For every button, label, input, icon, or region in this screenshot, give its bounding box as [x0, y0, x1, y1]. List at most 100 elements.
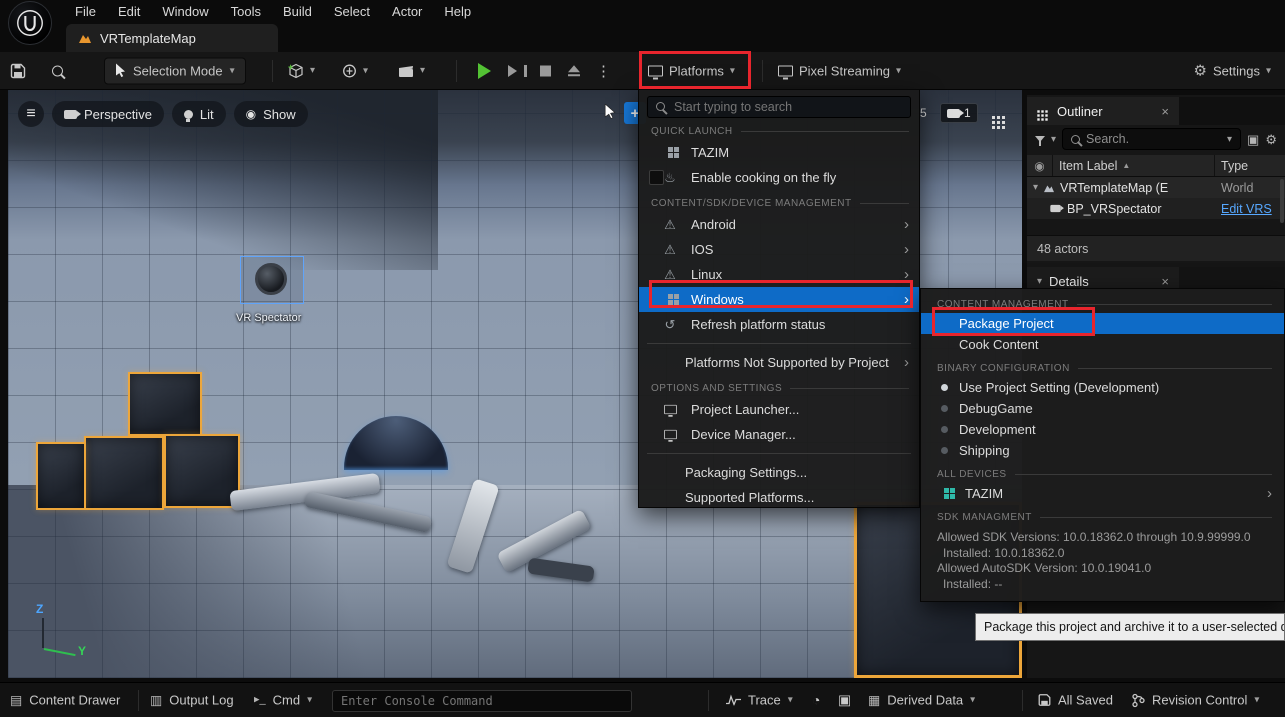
stop-button[interactable]: [540, 65, 551, 76]
cinematics-button[interactable]: ▾: [398, 64, 425, 78]
show-dropdown[interactable]: ◉ Show: [234, 101, 308, 127]
windows-logo-icon: [937, 491, 955, 496]
menu-item-tazim[interactable]: TAZIM: [639, 140, 919, 165]
menu-item-use-project-setting[interactable]: Use Project Setting (Development): [921, 377, 1284, 398]
play-button[interactable]: [478, 63, 491, 79]
skip-button[interactable]: [508, 65, 527, 77]
perspective-dropdown[interactable]: Perspective: [52, 101, 164, 127]
menu-item-packaging-settings[interactable]: Packaging Settings...: [639, 460, 919, 485]
clock-icon: ◔: [812, 692, 820, 708]
menu-item-shipping[interactable]: Shipping: [921, 440, 1284, 461]
menu-item-package-project[interactable]: Package Project: [921, 313, 1284, 334]
menu-item-ios[interactable]: ⚠ IOS ›: [639, 237, 919, 262]
visibility-column[interactable]: ◉: [1027, 155, 1053, 176]
menu-item-refresh-platform-status[interactable]: ↺ Refresh platform status: [639, 312, 919, 337]
item-label-column[interactable]: Item Label ▲: [1053, 155, 1215, 176]
save-icon: [1038, 694, 1051, 707]
menu-item-supported-platforms[interactable]: Supported Platforms...: [639, 485, 919, 510]
tab-outliner[interactable]: Outliner ×: [1027, 97, 1179, 125]
menu-item-enable-cooking[interactable]: ♨ Enable cooking on the fly: [639, 165, 919, 190]
cube-actor[interactable]: [84, 436, 164, 510]
play-options-button[interactable]: ⋮: [596, 62, 611, 80]
menu-edit[interactable]: Edit: [107, 2, 151, 21]
close-icon[interactable]: ×: [1161, 104, 1169, 119]
unreal-logo[interactable]: [8, 1, 52, 45]
selection-mode-dropdown[interactable]: Selection Mode ▾: [104, 57, 246, 84]
chevron-right-icon: ›: [904, 242, 909, 257]
pixel-streaming-button[interactable]: Pixel Streaming ▾: [778, 63, 901, 78]
menu-item-android[interactable]: ⚠ Android ›: [639, 212, 919, 237]
row-expand-icon[interactable]: ▾: [1033, 182, 1038, 193]
add-actor-button[interactable]: + ▾: [288, 63, 315, 79]
gear-icon[interactable]: ⚙: [1265, 133, 1277, 146]
menu-item-debuggame[interactable]: DebugGame: [921, 398, 1284, 419]
camera-speed-button[interactable]: 1: [940, 103, 978, 123]
menu-search[interactable]: [647, 96, 911, 118]
derived-data-icon: ▦: [868, 694, 880, 707]
collapse-icon: ▾: [1037, 276, 1042, 287]
vr-spectator-actor[interactable]: [240, 256, 304, 304]
eject-button[interactable]: [568, 65, 580, 77]
platforms-button[interactable]: Platforms ▾: [648, 63, 735, 78]
menu-item-development[interactable]: Development: [921, 419, 1284, 440]
menu-select[interactable]: Select: [323, 2, 381, 21]
menu-item-cook-content[interactable]: Cook Content: [921, 334, 1284, 355]
menu-file[interactable]: File: [64, 2, 107, 21]
save-button[interactable]: [10, 63, 26, 79]
outliner-scrollbar[interactable]: [1280, 179, 1284, 223]
chevron-right-icon: ›: [1267, 486, 1272, 501]
edit-blueprint-link[interactable]: Edit VRS: [1221, 202, 1272, 216]
menu-item-project-launcher[interactable]: Project Launcher...: [639, 397, 919, 422]
revision-control-button[interactable]: Revision Control ▾: [1132, 693, 1259, 708]
cooking-checkbox[interactable]: [649, 170, 664, 185]
menu-help[interactable]: Help: [433, 2, 482, 21]
console-command-input[interactable]: [332, 690, 632, 712]
revision-control-label: Revision Control: [1152, 693, 1247, 708]
camera-speed-value: 1: [964, 106, 971, 120]
menu-tools[interactable]: Tools: [220, 2, 272, 21]
viewport-layout-button[interactable]: [992, 106, 1005, 124]
cube-actor[interactable]: [36, 442, 86, 510]
menu-build[interactable]: Build: [272, 2, 323, 21]
output-log-button[interactable]: ▥ Output Log: [150, 693, 234, 708]
outliner-icon: [1037, 110, 1039, 112]
menu-actor[interactable]: Actor: [381, 2, 433, 21]
cube-actor[interactable]: [128, 372, 202, 436]
select-tool-button[interactable]: [604, 104, 616, 124]
screenshot-button[interactable]: ▣: [838, 692, 851, 709]
trace-dropdown[interactable]: Trace ▾: [726, 693, 793, 708]
skip-icon: [508, 65, 517, 77]
insights-button[interactable]: ◔: [812, 692, 820, 708]
axis-y-line: [44, 648, 76, 656]
menu-item-device-manager[interactable]: Device Manager...: [639, 422, 919, 447]
cmd-dropdown[interactable]: ▸_ Cmd ▾: [254, 693, 312, 708]
outliner-search-input[interactable]: Search. ▾: [1062, 128, 1241, 150]
table-row[interactable]: ▾ VRTemplateMap (E World: [1027, 177, 1285, 198]
spectator-camera-lens: [255, 263, 287, 295]
content-drawer-button[interactable]: ▤ Content Drawer: [10, 693, 120, 708]
cube-actor[interactable]: [164, 434, 240, 508]
selection-mode-label: Selection Mode: [133, 63, 223, 78]
type-column[interactable]: Type: [1215, 155, 1285, 176]
add-filter-icon[interactable]: ▣: [1247, 133, 1259, 146]
all-saved-button[interactable]: All Saved: [1038, 693, 1113, 708]
derived-data-dropdown[interactable]: ▦ Derived Data ▾: [868, 693, 975, 708]
menu-item-windows[interactable]: Windows ›: [639, 287, 919, 312]
viewport-options-button[interactable]: ≡: [18, 101, 44, 127]
menu-item-platforms-not-supported[interactable]: Platforms Not Supported by Project ›: [639, 350, 919, 375]
menu-item-tazim-device[interactable]: TAZIM ›: [921, 483, 1284, 504]
menu-item-linux[interactable]: ⚠ Linux ›: [639, 262, 919, 287]
close-icon[interactable]: ×: [1161, 274, 1169, 289]
blueprints-button[interactable]: ▾: [342, 63, 368, 78]
tab-vrtemplatemap[interactable]: VRTemplateMap: [66, 24, 278, 52]
browse-content-button[interactable]: [52, 65, 63, 76]
filter-icon[interactable]: [1035, 136, 1045, 142]
windows-logo-icon: [661, 150, 679, 155]
main-toolbar: Selection Mode ▾ + ▾ ▾ ▾ ⋮ Platforms ▾ P…: [0, 52, 1285, 90]
table-row[interactable]: BP_VRSpectator Edit VRS: [1027, 198, 1285, 219]
menu-window[interactable]: Window: [151, 2, 219, 21]
lit-dropdown[interactable]: Lit: [172, 101, 226, 127]
settings-button[interactable]: ⚙ Settings ▾: [1194, 63, 1271, 78]
toolbar-separator: [762, 60, 763, 82]
menu-search-input[interactable]: [647, 96, 911, 118]
